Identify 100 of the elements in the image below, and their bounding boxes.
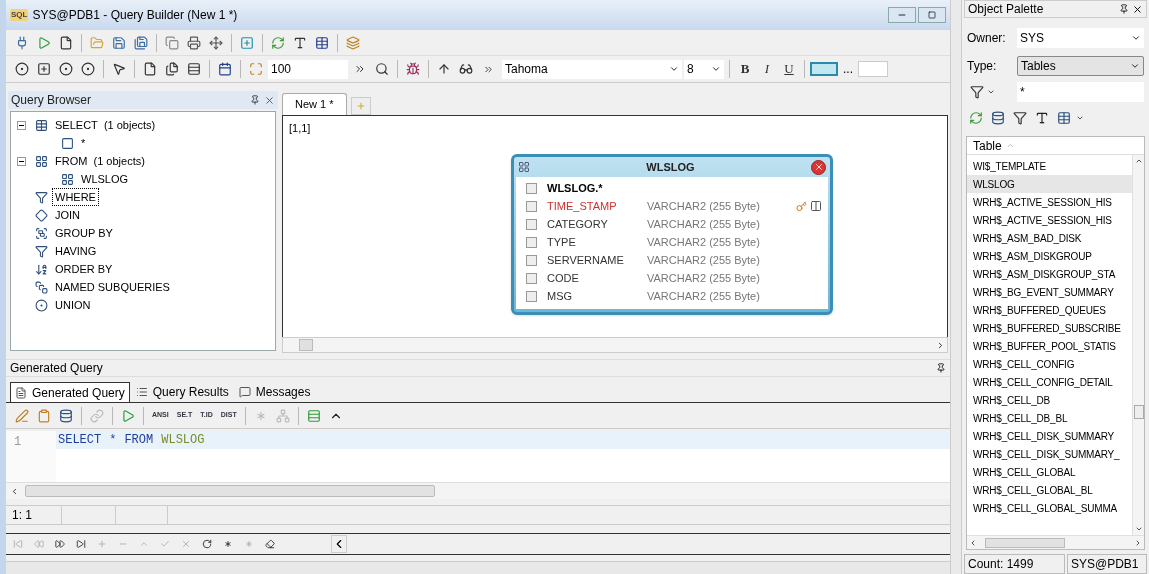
table-list-item[interactable]: WLSLOG — [967, 175, 1132, 193]
font-size-select[interactable]: 8 — [684, 59, 724, 79]
type-select[interactable]: Tables — [1017, 56, 1144, 76]
table-list-item[interactable]: WRH$_CELL_DISK_SUMMARY_ — [967, 445, 1132, 463]
line-color-button[interactable] — [858, 61, 888, 77]
list-icon[interactable] — [135, 386, 148, 398]
column-name: CODE — [547, 270, 580, 286]
maximize-icon[interactable] — [928, 11, 936, 19]
table-list-item[interactable]: WRH$_CELL_GLOBAL_SUMMA — [967, 499, 1132, 517]
column-checkbox[interactable] — [526, 272, 537, 284]
message-icon[interactable] — [238, 386, 251, 398]
key-icon — [796, 200, 807, 212]
column-checkbox[interactable] — [526, 290, 537, 302]
sql-token: * — [109, 432, 117, 449]
table-list-item[interactable]: WRH$_BG_EVENT_SUMMARY — [967, 283, 1132, 301]
column-name: MSG — [547, 288, 574, 304]
zoom-field[interactable]: 100 — [268, 59, 348, 79]
tree-item[interactable]: HAVING — [52, 241, 100, 261]
table-list-item[interactable]: WRH$_ASM_BAD_DISK — [967, 229, 1132, 247]
table-list-item[interactable]: WI$_TEMPLATE — [967, 157, 1132, 175]
result-tab[interactable]: Generated Query — [10, 382, 130, 402]
table-list-item[interactable]: WRH$_ASM_DISKGROUP — [967, 247, 1132, 265]
column-checkbox[interactable] — [526, 200, 537, 212]
column-name: TYPE — [547, 234, 577, 250]
fill-color-button[interactable] — [810, 62, 838, 76]
table-list-item[interactable]: WRH$_CELL_GLOBAL — [967, 463, 1132, 481]
result-tab[interactable]: Query Results — [131, 382, 233, 402]
tree-item[interactable]: WHERE — [52, 187, 99, 207]
column-name: WLSLOG.* — [547, 180, 604, 196]
field-icon — [61, 136, 74, 150]
italic-button[interactable]: I — [757, 59, 777, 79]
font-select[interactable]: Tahoma — [502, 59, 682, 79]
table-list-item[interactable]: WRH$_CELL_GLOBAL_BL — [967, 481, 1132, 499]
pin-icon[interactable] — [250, 95, 260, 105]
tree-item[interactable]: GROUP BY — [52, 223, 116, 243]
pin-icon[interactable] — [936, 363, 946, 373]
scrollbar-thumb[interactable] — [299, 339, 313, 351]
table-list-item[interactable]: WRH$_BUFFER_POOL_STATIS — [967, 337, 1132, 355]
scrollbar-thumb[interactable] — [1133, 405, 1144, 419]
tree-item[interactable]: * — [78, 133, 89, 153]
document-icon[interactable] — [15, 386, 27, 399]
column-type: VARCHAR2 (255 Byte) — [647, 270, 760, 286]
app-logo: SQL — [10, 9, 29, 21]
table-list-item[interactable]: WRH$_CELL_DISK_SUMMARY — [967, 427, 1132, 445]
table-list-item[interactable]: WRH$_ASM_DISKGROUP_STA — [967, 265, 1132, 283]
collapse-toggle[interactable] — [17, 156, 26, 166]
more-button[interactable]: ... — [840, 60, 856, 78]
minimize-button[interactable] — [888, 7, 916, 23]
column-name: TIME_STAMP — [547, 198, 618, 214]
column-type: VARCHAR2 (255 Byte) — [647, 252, 760, 268]
cursor-position: [1,1] — [289, 121, 311, 136]
table-list-item[interactable]: WRH$_ACTIVE_SESSION_HIS — [967, 193, 1132, 211]
sql-token: FROM — [124, 432, 154, 449]
collapse-toggle[interactable] — [17, 120, 26, 130]
column-checkbox[interactable] — [526, 254, 537, 266]
column-icon — [810, 200, 822, 212]
column-checkbox[interactable] — [526, 182, 537, 194]
tree-item[interactable]: NAMED SUBQUERIES — [52, 277, 173, 297]
sql-editor[interactable]: 1 SELECT * FROM WLSLOG — [6, 431, 950, 483]
tree-item[interactable]: SELECT (1 objects) — [52, 115, 159, 135]
owner-label: Owner: — [967, 30, 1007, 47]
table-title: WLSLOG — [646, 159, 695, 175]
table-list-item[interactable]: WRH$_CELL_DB — [967, 391, 1132, 409]
sql-token: WLSLOG — [161, 432, 205, 449]
column-header[interactable]: Table — [967, 137, 1144, 155]
panel-title: Object Palette — [968, 1, 1044, 18]
owner-select[interactable]: SYS — [1017, 28, 1144, 48]
column-name: CATEGORY — [547, 216, 609, 232]
table-list-item[interactable]: WRH$_BUFFERED_SUBSCRIBE — [967, 319, 1132, 337]
result-tab[interactable]: Messages — [234, 382, 315, 402]
bold-button[interactable]: B — [735, 59, 755, 79]
table-list-item[interactable]: WRH$_BUFFERED_QUEUES — [967, 301, 1132, 319]
close-icon[interactable] — [1132, 3, 1143, 15]
tree-item[interactable]: ORDER BY — [52, 259, 116, 279]
table-list-item[interactable]: WRH$_ACTIVE_SESSION_HIS — [967, 211, 1132, 229]
pin-icon[interactable] — [1119, 4, 1129, 14]
row-count: Count: 1499 — [964, 554, 1065, 574]
table-list-item[interactable]: WRH$_CELL_CONFIG_DETAIL — [967, 373, 1132, 391]
from-icon — [35, 154, 48, 168]
document-tab[interactable]: New 1 * — [282, 93, 347, 115]
sql-token: SELECT — [58, 432, 102, 449]
scrollbar-thumb[interactable] — [985, 537, 1065, 548]
tree-item[interactable]: FROM (1 objects) — [52, 151, 148, 171]
underline-button[interactable]: U — [779, 59, 799, 79]
connection-status: SYS@PDB1 — [1067, 554, 1147, 574]
column-checkbox[interactable] — [526, 218, 537, 230]
column-checkbox[interactable] — [526, 236, 537, 248]
having-icon — [35, 244, 48, 258]
tree-item[interactable]: WLSLOG — [78, 169, 132, 189]
subquery-icon — [35, 280, 48, 294]
table-icon — [518, 161, 530, 173]
where-icon — [35, 190, 48, 204]
join-icon — [35, 208, 48, 222]
filter-field[interactable]: * — [1017, 82, 1144, 102]
table-list-item[interactable]: WRH$_CELL_CONFIG — [967, 355, 1132, 373]
tree-item[interactable]: JOIN — [52, 205, 84, 225]
tree-item[interactable]: UNION — [52, 295, 94, 315]
window-title: SYS@PDB1 - Query Builder (New 1 *) — [32, 7, 238, 24]
scrollbar-thumb[interactable] — [25, 485, 435, 497]
table-list-item[interactable]: WRH$_CELL_DB_BL — [967, 409, 1132, 427]
